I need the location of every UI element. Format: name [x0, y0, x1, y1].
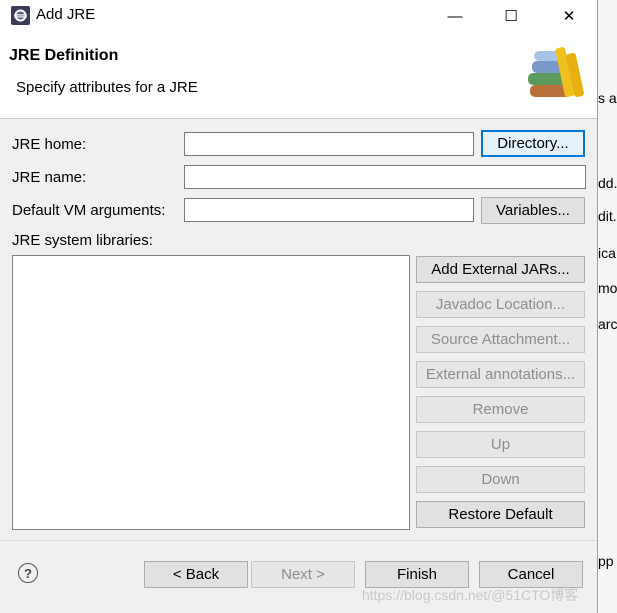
- page-subtitle: Specify attributes for a JRE: [16, 79, 198, 96]
- bg-fragment: s a: [598, 90, 617, 106]
- system-libraries-label: JRE system libraries:: [12, 232, 153, 249]
- jre-home-field[interactable]: [184, 132, 474, 156]
- bg-fragment: arch: [598, 316, 617, 332]
- background-window-strip: s a dd. dit. ica mo arch pp: [597, 0, 617, 613]
- restore-default-button[interactable]: Restore Default: [416, 501, 585, 528]
- jre-name-field[interactable]: [184, 165, 586, 189]
- bg-fragment: dd.: [598, 175, 617, 191]
- variables-button[interactable]: Variables...: [481, 197, 585, 224]
- bg-fragment: pp: [598, 553, 614, 569]
- header-banner: JRE Definition Specify attributes for a …: [0, 32, 597, 119]
- add-external-jars-button[interactable]: Add External JARs...: [416, 256, 585, 283]
- library-books-icon: [528, 47, 584, 98]
- cancel-button[interactable]: Cancel: [479, 561, 583, 588]
- window-title: Add JRE: [36, 6, 96, 23]
- help-icon[interactable]: ?: [18, 563, 38, 583]
- system-libraries-list[interactable]: [12, 255, 410, 530]
- bg-fragment: dit.: [598, 208, 617, 224]
- down-button[interactable]: Down: [416, 466, 585, 493]
- eclipse-app-icon: [11, 6, 30, 25]
- vm-arguments-label: Default VM arguments:: [12, 202, 166, 219]
- watermark: https://blog.csdn.net/@51CTO博客: [362, 587, 579, 603]
- remove-button[interactable]: Remove: [416, 396, 585, 423]
- source-attachment-button[interactable]: Source Attachment...: [416, 326, 585, 353]
- footer-divider: [0, 540, 597, 541]
- jre-name-label: JRE name:: [12, 169, 87, 186]
- back-button[interactable]: < Back: [144, 561, 248, 588]
- maximize-button[interactable]: ☐: [488, 0, 534, 32]
- next-button[interactable]: Next >: [251, 561, 355, 588]
- bg-fragment: ica: [598, 245, 616, 261]
- javadoc-location-button[interactable]: Javadoc Location...: [416, 291, 585, 318]
- bg-fragment: mo: [598, 280, 617, 296]
- finish-button[interactable]: Finish: [365, 561, 469, 588]
- close-button[interactable]: ✕: [546, 0, 592, 32]
- jre-home-label: JRE home:: [12, 136, 87, 153]
- page-title: JRE Definition: [9, 47, 119, 64]
- minimize-button[interactable]: —: [432, 0, 478, 32]
- title-bar: Add JRE — ☐ ✕: [0, 0, 597, 32]
- directory-button[interactable]: Directory...: [481, 130, 585, 157]
- external-annotations-button[interactable]: External annotations...: [416, 361, 585, 388]
- vm-arguments-field[interactable]: [184, 198, 474, 222]
- add-jre-dialog: Add JRE — ☐ ✕ JRE Definition Specify att…: [0, 0, 598, 613]
- up-button[interactable]: Up: [416, 431, 585, 458]
